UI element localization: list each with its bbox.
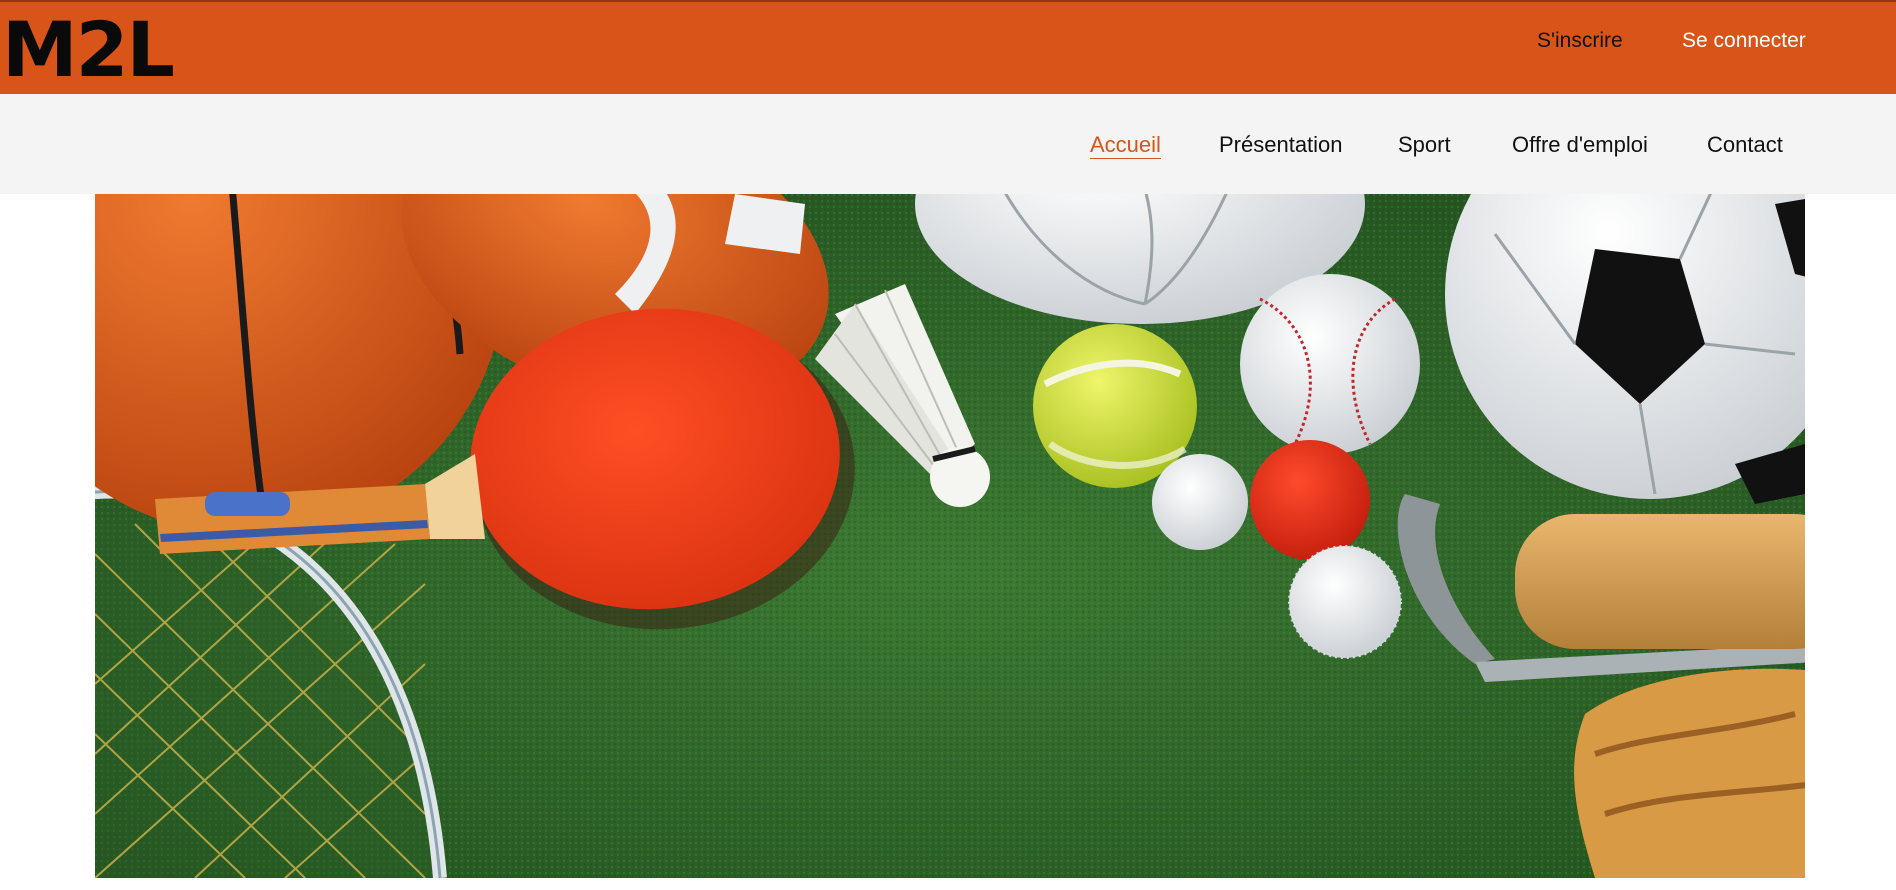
sports-equipment-illustration [95,194,1805,878]
baseball [1240,274,1420,454]
red-ball [1250,440,1370,560]
nav-item-presentation[interactable]: Présentation [1219,132,1343,158]
golf-ball [1288,545,1402,659]
baseball-bat [1515,514,1805,649]
nav-item-offre-emploi[interactable]: Offre d'emploi [1512,132,1648,158]
signin-link[interactable]: Se connecter [1682,28,1806,54]
ping-pong-ball [1152,454,1248,550]
nav-item-accueil[interactable]: Accueil [1090,132,1161,159]
top-header: M2L S'inscrire Se connecter [0,0,1896,94]
site-logo[interactable]: M2L [2,12,175,88]
nav-item-sport[interactable]: Sport [1398,132,1451,158]
nav-item-contact[interactable]: Contact [1707,132,1783,158]
main-nav: Accueil Présentation Sport Offre d'emplo… [0,94,1896,194]
baseball-glove [1574,668,1805,878]
hero-image [95,194,1805,878]
signup-link[interactable]: S'inscrire [1537,28,1623,54]
